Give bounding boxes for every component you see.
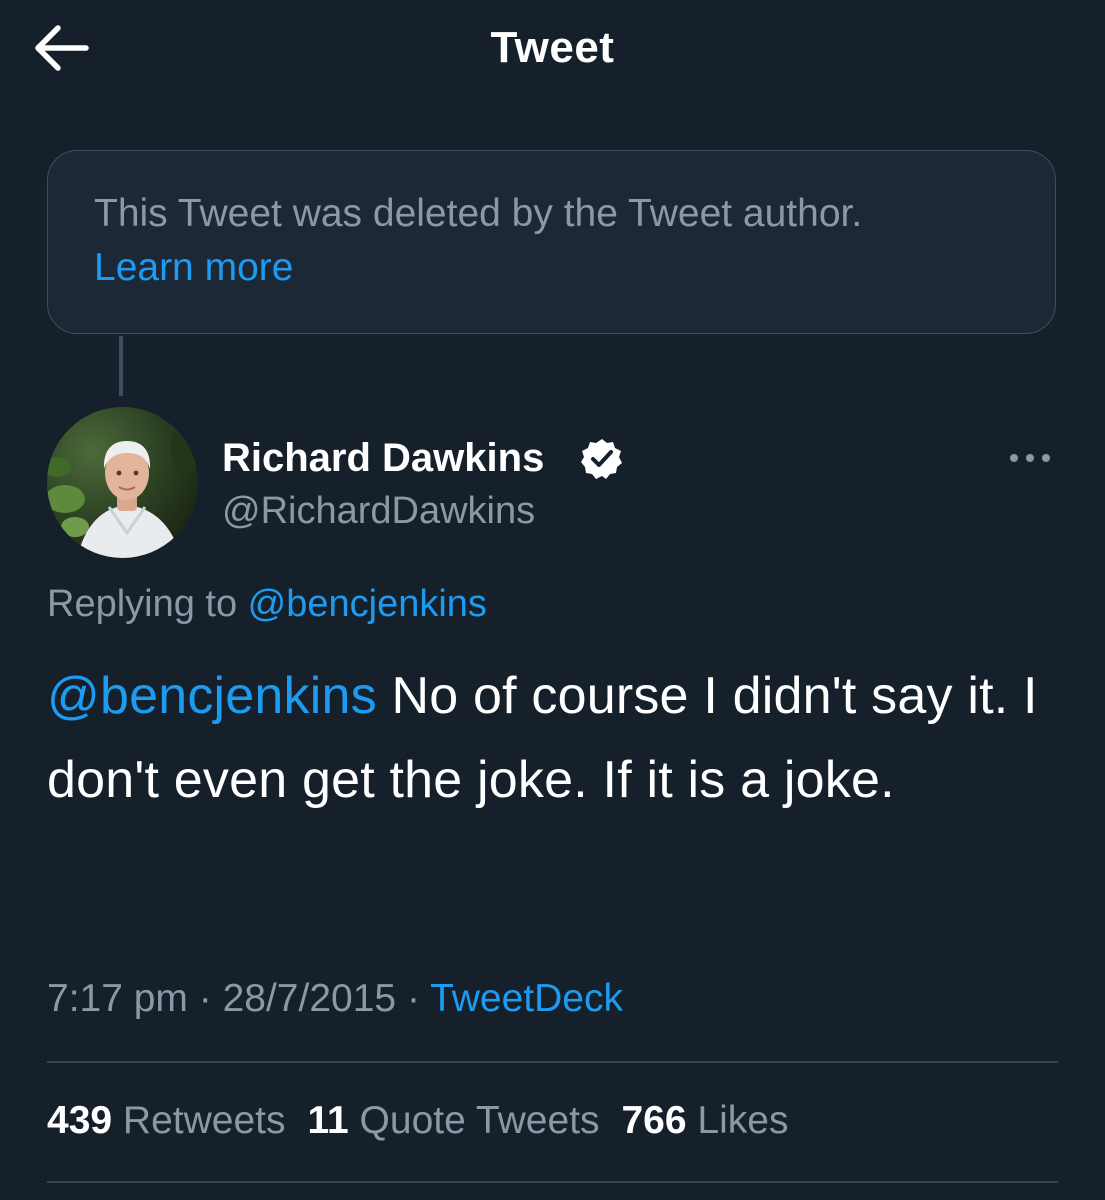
retweets-label: Retweets xyxy=(112,1099,286,1142)
learn-more-link[interactable]: Learn more xyxy=(94,241,293,295)
deleted-tweet-notice: This Tweet was deleted by the Tweet auth… xyxy=(47,150,1056,334)
page-title: Tweet xyxy=(490,23,615,72)
tweet-date[interactable]: 28/7/2015 xyxy=(223,977,397,1020)
retweets-stat[interactable]: 439 Retweets xyxy=(47,1094,285,1148)
tweet-mention-link[interactable]: @bencjenkins xyxy=(47,667,377,725)
top-bar: Tweet xyxy=(0,0,1105,100)
tweet-time[interactable]: 7:17 pm xyxy=(47,977,188,1020)
replying-to: Replying to @bencjenkins xyxy=(47,578,487,630)
meta-separator: · xyxy=(187,977,223,1020)
retweets-count: 439 xyxy=(47,1099,113,1142)
likes-stat[interactable]: 766 Likes xyxy=(621,1094,788,1148)
divider xyxy=(47,1061,1058,1063)
thread-connector-line xyxy=(119,336,123,396)
likes-label: Likes xyxy=(686,1099,789,1142)
quote-tweets-stat[interactable]: 11 Quote Tweets xyxy=(307,1094,599,1148)
meta-separator: · xyxy=(396,977,431,1020)
likes-count: 766 xyxy=(621,1099,687,1142)
replying-to-prefix: Replying to xyxy=(47,583,248,625)
divider xyxy=(47,1181,1058,1183)
author-handle[interactable]: @RichardDawkins xyxy=(222,486,535,536)
more-horizontal-icon[interactable] xyxy=(1004,438,1056,478)
quote-tweets-count: 11 xyxy=(307,1099,349,1142)
engagement-stats: 439 Retweets 11 Quote Tweets 766 Likes xyxy=(47,1094,810,1148)
deleted-notice-text: This Tweet was deleted by the Tweet auth… xyxy=(94,192,863,235)
tweet-client-link[interactable]: TweetDeck xyxy=(430,977,623,1020)
avatar[interactable] xyxy=(47,407,198,558)
verified-badge-icon xyxy=(581,439,622,479)
tweet-meta: 7:17 pm · 28/7/2015 · TweetDeck xyxy=(47,972,623,1026)
quote-tweets-label: Quote Tweets xyxy=(348,1099,600,1142)
author-display-name[interactable]: Richard Dawkins xyxy=(222,432,544,484)
tweet-text: @bencjenkins No of course I didn't say i… xyxy=(47,654,1057,822)
replying-to-handle-link[interactable]: @bencjenkins xyxy=(248,583,487,625)
